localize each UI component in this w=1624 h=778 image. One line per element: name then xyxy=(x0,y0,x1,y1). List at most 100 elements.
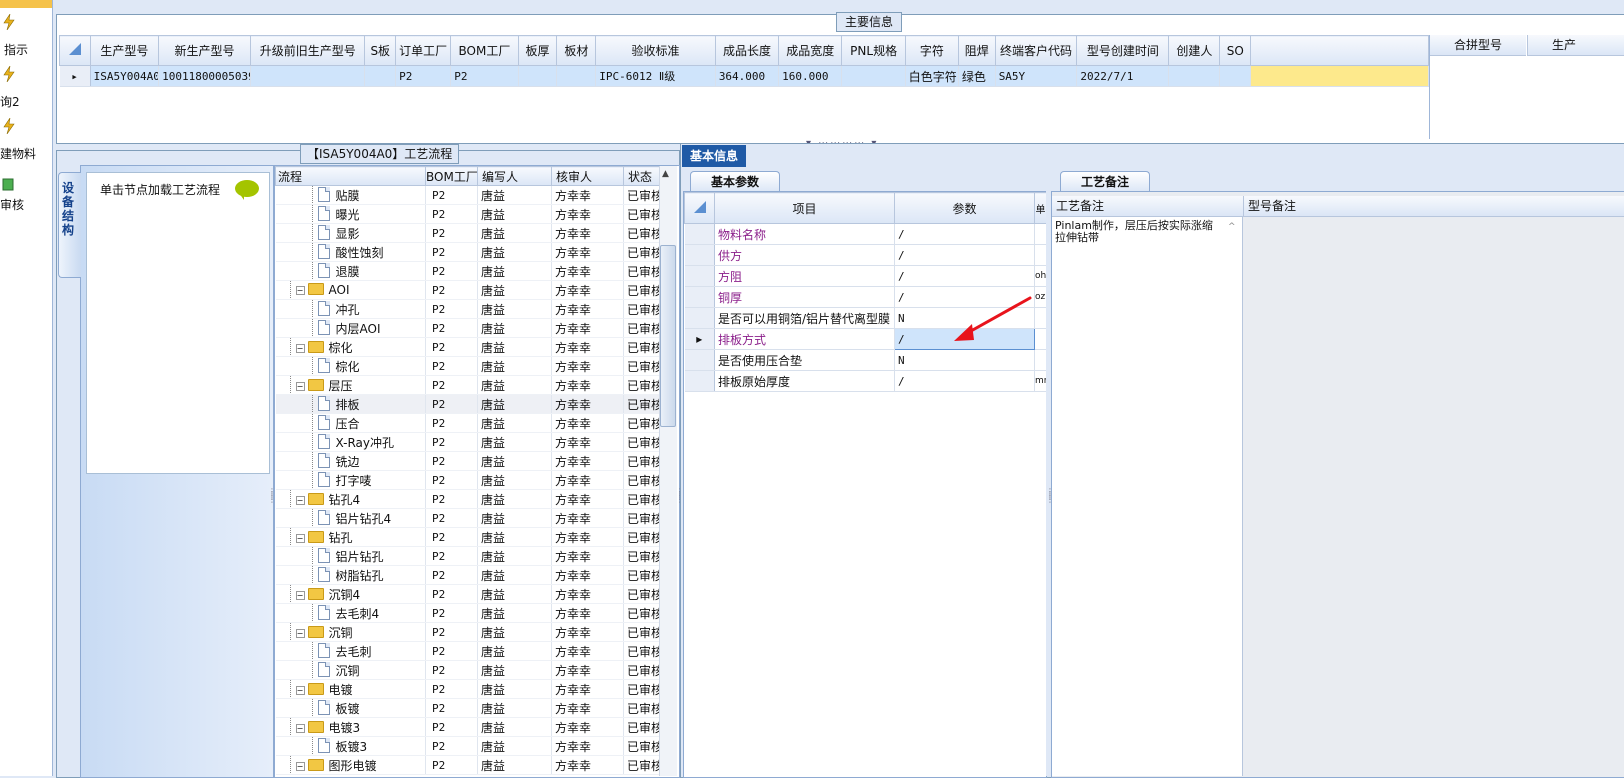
table-cell[interactable]: P2 xyxy=(425,261,478,281)
table-cell[interactable]: 唐益 xyxy=(477,299,552,319)
flow-node-cell[interactable]: 冲孔 xyxy=(275,299,426,319)
col-header[interactable]: 流程 xyxy=(275,166,426,186)
table-cell[interactable]: ISA5Y004A0 xyxy=(90,65,160,87)
table-cell[interactable]: 方幸幸 xyxy=(551,470,624,490)
table-cell[interactable]: 已审核 xyxy=(623,584,664,604)
table-cell[interactable]: 唐益 xyxy=(477,337,552,357)
table-row[interactable]: − 沉铜 P2 唐益 方幸幸 已审核 xyxy=(275,622,664,642)
table-row[interactable]: X-Ray冲孔 P2 唐益 方幸幸 已审核 xyxy=(275,432,664,452)
table-cell[interactable]: 2022/7/1 xyxy=(1076,65,1170,87)
table-row[interactable]: 显影 P2 唐益 方幸幸 已审核 xyxy=(275,223,664,243)
table-cell[interactable]: 唐益 xyxy=(477,451,552,471)
table-cell[interactable]: P2 xyxy=(425,413,478,433)
table-cell[interactable]: 方幸幸 xyxy=(551,223,624,243)
scroll-up-arrow-icon[interactable]: ▲ xyxy=(662,169,669,179)
flow-node-cell[interactable]: 显影 xyxy=(275,223,426,243)
table-cell[interactable]: 已审核 xyxy=(623,527,664,547)
table-cell[interactable] xyxy=(364,65,397,87)
col-header[interactable]: 创建人 xyxy=(1168,35,1221,66)
table-cell[interactable]: 已审核 xyxy=(623,413,664,433)
table-cell[interactable]: P2 xyxy=(425,603,478,623)
col-header[interactable]: 阻焊 xyxy=(957,35,996,66)
flow-node-cell[interactable]: 树脂钻孔 xyxy=(275,565,426,585)
table-cell[interactable] xyxy=(841,65,906,87)
table-cell[interactable]: 方幸幸 xyxy=(551,660,624,680)
col-header[interactable]: PNL规格 xyxy=(841,35,906,66)
table-cell[interactable]: 方幸幸 xyxy=(551,280,624,300)
param-unit-cell[interactable] xyxy=(1034,349,1047,371)
flow-node-cell[interactable]: 去毛刺 xyxy=(275,641,426,661)
table-cell[interactable]: P2 xyxy=(425,356,478,376)
table-cell[interactable]: 唐益 xyxy=(477,356,552,376)
collapse-toggle-icon[interactable]: − xyxy=(295,343,305,353)
table-cell[interactable]: 唐益 xyxy=(477,280,552,300)
tab-basic-params[interactable]: 基本参数 xyxy=(690,171,780,192)
table-cell[interactable]: 已审核 xyxy=(623,603,664,623)
table-cell[interactable]: P2 xyxy=(425,299,478,319)
table-cell[interactable]: 方幸幸 xyxy=(551,318,624,338)
table-row[interactable]: − 图形电镀 P2 唐益 方幸幸 已审核 xyxy=(275,755,664,775)
table-cell[interactable]: P2 xyxy=(425,451,478,471)
col-header[interactable]: 编写人 xyxy=(477,166,552,186)
table-cell[interactable]: 已审核 xyxy=(623,565,664,585)
col-header[interactable]: 参数 xyxy=(894,192,1035,224)
col-header[interactable]: 合拼型号 xyxy=(1430,35,1526,56)
table-row[interactable]: 曝光 P2 唐益 方幸幸 已审核 xyxy=(275,204,664,224)
table-cell[interactable]: 已审核 xyxy=(623,375,664,395)
table-row[interactable]: 退膜 P2 唐益 方幸幸 已审核 xyxy=(275,261,664,281)
nav-item-0[interactable]: 指示 xyxy=(0,14,52,58)
table-cell[interactable]: 方幸幸 xyxy=(551,432,624,452)
collapse-toggle-icon[interactable]: − xyxy=(295,628,305,638)
table-row[interactable]: − 沉铜4 P2 唐益 方幸幸 已审核 xyxy=(275,584,664,604)
col-header[interactable]: SO xyxy=(1219,35,1252,66)
table-cell[interactable]: 方幸幸 xyxy=(551,413,624,433)
table-cell[interactable]: 方幸幸 xyxy=(551,204,624,224)
table-row[interactable]: 方阻 / oh xyxy=(684,265,1047,287)
table-cell[interactable]: 唐益 xyxy=(477,603,552,623)
param-unit-cell[interactable] xyxy=(1034,223,1047,245)
table-cell[interactable] xyxy=(1219,65,1252,87)
table-cell[interactable]: 10011800005039 xyxy=(158,65,252,87)
flow-node-cell[interactable]: 沉铜 xyxy=(275,660,426,680)
table-row[interactable]: 去毛刺 P2 唐益 方幸幸 已审核 xyxy=(275,641,664,661)
table-cell[interactable]: 白色字符 xyxy=(905,65,959,87)
table-cell[interactable]: 方幸幸 xyxy=(551,717,624,737)
param-item-cell[interactable]: 是否可以用铜箔/铝片替代离型膜 xyxy=(714,307,895,329)
table-row[interactable]: 板镀 P2 唐益 方幸幸 已审核 xyxy=(275,698,664,718)
table-cell[interactable]: 唐益 xyxy=(477,432,552,452)
table-row[interactable]: 供方 / xyxy=(684,244,1047,266)
tab-equipment-structure[interactable]: 设备结构 xyxy=(58,172,81,278)
table-cell[interactable]: 唐益 xyxy=(477,508,552,528)
table-cell[interactable]: 已审核 xyxy=(623,318,664,338)
col-header[interactable]: 订单工厂 xyxy=(395,35,452,66)
table-cell[interactable]: P2 xyxy=(425,584,478,604)
table-cell[interactable]: 方幸幸 xyxy=(551,356,624,376)
flow-node-cell[interactable]: − 棕化 xyxy=(275,337,426,357)
table-cell[interactable]: P2 xyxy=(425,736,478,756)
flow-node-cell[interactable]: − 钻孔4 xyxy=(275,489,426,509)
flow-node-cell[interactable]: 打字唛 xyxy=(275,470,426,490)
table-cell[interactable]: 已审核 xyxy=(623,204,664,224)
table-row[interactable]: 酸性蚀刻 P2 唐益 方幸幸 已审核 xyxy=(275,242,664,262)
table-cell[interactable]: 160.000 xyxy=(778,65,843,87)
table-cell[interactable]: 方幸幸 xyxy=(551,565,624,585)
table-cell[interactable]: 已审核 xyxy=(623,622,664,642)
table-cell[interactable]: 唐益 xyxy=(477,755,552,775)
scroll-up-arrow-icon[interactable]: ^ xyxy=(1228,222,1236,232)
table-cell[interactable]: P2 xyxy=(425,641,478,661)
table-cell[interactable]: 已审核 xyxy=(623,337,664,357)
col-header[interactable]: 状态 xyxy=(623,166,664,186)
table-row[interactable]: 铝片钻孔4 P2 唐益 方幸幸 已审核 xyxy=(275,508,664,528)
param-item-cell[interactable]: 供方 xyxy=(714,244,895,266)
table-cell[interactable]: P2 xyxy=(425,223,478,243)
table-cell[interactable]: P2 xyxy=(425,185,478,205)
col-header[interactable]: 生产 xyxy=(1527,35,1624,56)
param-value-cell[interactable]: / xyxy=(894,265,1035,287)
table-cell[interactable]: 方幸幸 xyxy=(551,755,624,775)
flow-node-cell[interactable]: − 层压 xyxy=(275,375,426,395)
table-row[interactable]: 去毛刺4 P2 唐益 方幸幸 已审核 xyxy=(275,603,664,623)
col-header[interactable]: BOM工厂 xyxy=(425,166,478,186)
col-header[interactable]: 成品宽度 xyxy=(778,35,843,66)
table-cell[interactable]: P2 xyxy=(425,508,478,528)
table-cell[interactable]: 唐益 xyxy=(477,185,552,205)
